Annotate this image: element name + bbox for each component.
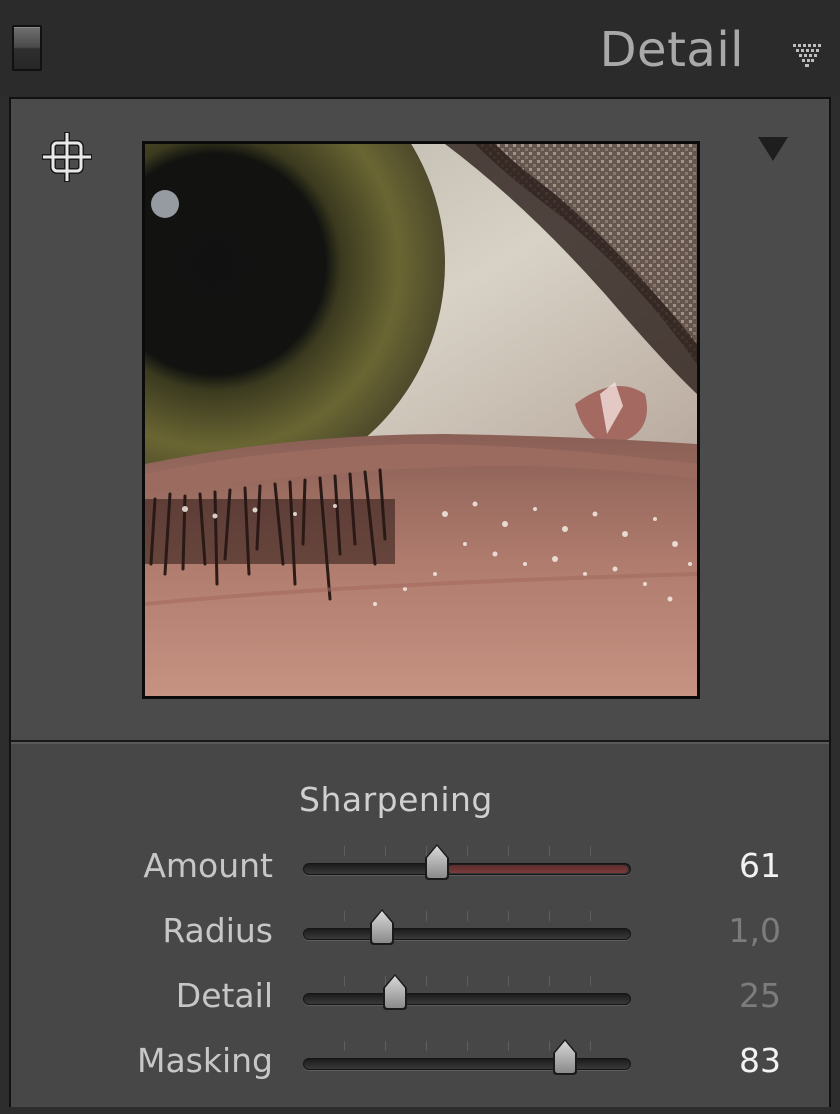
detail-panel: Sharpening Amount 61 Radius 1,0 Detail 2… <box>9 97 831 1107</box>
radius-label: Radius <box>162 911 273 950</box>
panel-toggle-switch-icon[interactable] <box>12 25 42 71</box>
amount-label: Amount <box>143 846 273 885</box>
masking-label: Masking <box>136 1041 273 1080</box>
masking-slider-thumb[interactable] <box>549 1037 581 1079</box>
sharpening-section: Sharpening Amount 61 Radius 1,0 Detail 2… <box>11 742 829 1107</box>
radius-value[interactable]: 1,0 <box>729 911 781 950</box>
masking-slider-ticks <box>303 1041 631 1053</box>
panel-title[interactable]: Detail <box>600 22 744 78</box>
target-crosshair-icon[interactable] <box>39 129 95 185</box>
panel-header: Detail <box>0 0 840 97</box>
radius-slider-thumb[interactable] <box>366 907 398 949</box>
detail-preview-section <box>11 99 829 742</box>
radius-slider-ticks <box>303 911 631 923</box>
masking-value[interactable]: 83 <box>739 1041 781 1080</box>
slider-row-radius: Radius 1,0 <box>11 907 829 957</box>
amount-slider-thumb[interactable] <box>421 842 453 884</box>
slider-row-masking: Masking 83 <box>11 1037 829 1087</box>
amount-slider-ticks <box>303 846 631 858</box>
panel-menu-icon[interactable] <box>791 38 823 70</box>
slider-row-amount: Amount 61 <box>11 842 829 892</box>
detail-slider-thumb[interactable] <box>379 972 411 1014</box>
detail-slider-ticks <box>303 976 631 988</box>
detail-label: Detail <box>175 976 273 1015</box>
amount-slider-track[interactable] <box>303 863 631 875</box>
detail-value[interactable]: 25 <box>739 976 781 1015</box>
sharpening-title: Sharpening <box>299 780 493 819</box>
slider-row-detail: Detail 25 <box>11 972 829 1022</box>
radius-slider-track[interactable] <box>303 928 631 940</box>
masking-slider-track[interactable] <box>303 1058 631 1070</box>
detail-preview-image[interactable] <box>142 141 700 699</box>
collapse-triangle-icon[interactable] <box>755 135 791 163</box>
amount-value[interactable]: 61 <box>739 846 781 885</box>
detail-slider-track[interactable] <box>303 993 631 1005</box>
